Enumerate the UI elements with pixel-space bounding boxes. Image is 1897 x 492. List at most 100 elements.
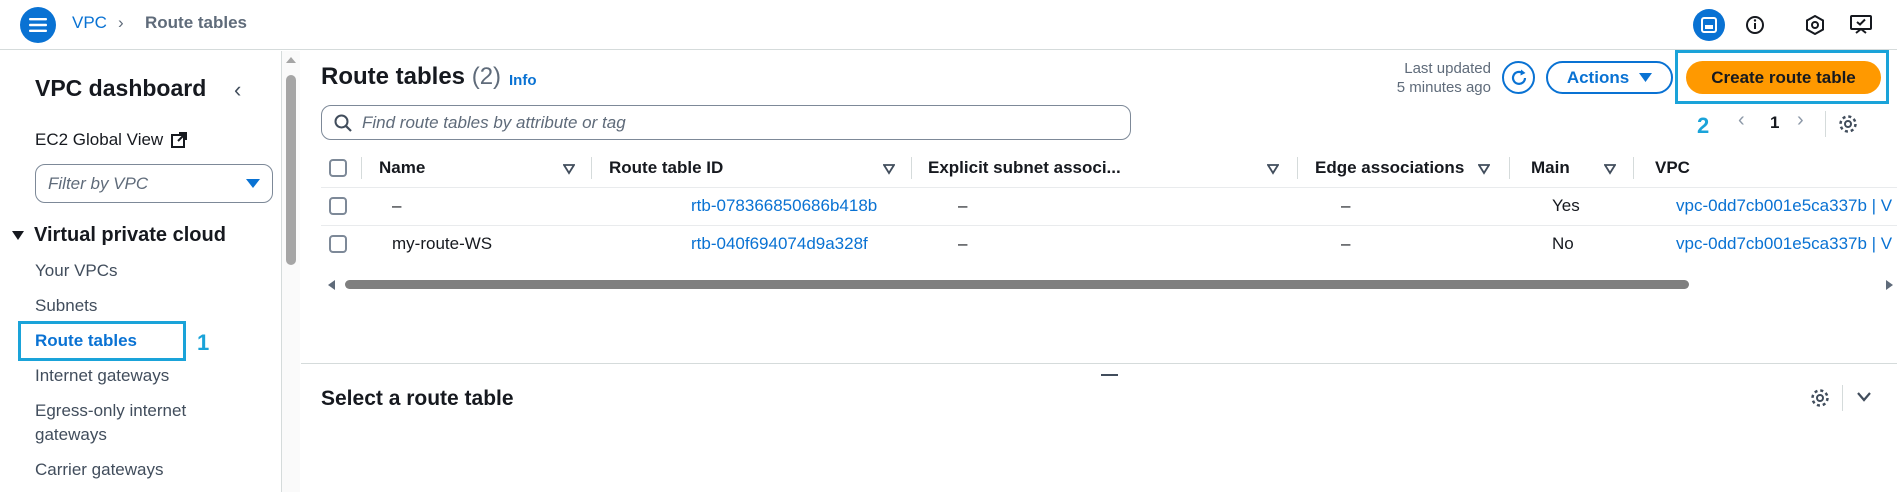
global-view-label: EC2 Global View bbox=[35, 130, 164, 149]
column-header-vpc[interactable]: VPC bbox=[1655, 149, 1690, 187]
sidebar-item-global-view[interactable]: EC2 Global View bbox=[35, 130, 188, 150]
divider bbox=[1842, 385, 1843, 411]
cell-route-table-id-link[interactable]: rtb-078366850686b418b bbox=[691, 196, 877, 216]
sort-icon[interactable] bbox=[1267, 163, 1279, 175]
cell-vpc-link[interactable]: vpc-0dd7cb001e5ca337b | V bbox=[1676, 234, 1892, 254]
breadcrumb-current: Route tables bbox=[145, 13, 248, 32]
column-separator bbox=[1509, 157, 1510, 179]
annotation-marker-1: 1 bbox=[197, 330, 210, 355]
route-table-count: (2) bbox=[471, 63, 502, 90]
column-separator bbox=[591, 157, 592, 179]
sidebar-section-vpc[interactable]: Virtual private cloud bbox=[12, 224, 226, 247]
info-circle-icon[interactable] bbox=[1740, 10, 1770, 40]
sidebar-item-egress-only-gateways[interactable]: Egress-only internet gateways bbox=[35, 399, 235, 447]
sidebar-item-internet-gateways[interactable]: Internet gateways bbox=[35, 364, 169, 388]
column-label: Explicit subnet associ... bbox=[928, 158, 1121, 177]
search-input[interactable]: Find route tables by attribute or tag bbox=[321, 105, 1131, 140]
collapse-sidebar-icon[interactable]: ‹ bbox=[234, 77, 241, 103]
sidebar: VPC dashboard ‹ EC2 Global View Filter b… bbox=[0, 51, 282, 492]
chevron-down-icon[interactable] bbox=[1856, 391, 1872, 403]
cell-main: Yes bbox=[1552, 196, 1580, 215]
header-divider bbox=[321, 187, 1897, 188]
next-page-icon[interactable]: › bbox=[1797, 109, 1804, 132]
column-header-route-table-id[interactable]: Route table ID bbox=[609, 149, 723, 187]
sort-icon[interactable] bbox=[1478, 163, 1490, 175]
column-separator bbox=[1633, 157, 1634, 179]
row-checkbox[interactable] bbox=[329, 197, 347, 215]
split-panel-divider bbox=[301, 363, 1897, 364]
table-horizontal-scrollbar[interactable] bbox=[321, 277, 1897, 293]
column-label: Edge associations bbox=[1315, 158, 1465, 177]
cell-edge-assoc: – bbox=[1341, 234, 1351, 253]
column-header-edge-associations[interactable]: Edge associations bbox=[1315, 149, 1464, 187]
panel-icon[interactable] bbox=[1693, 9, 1725, 41]
annotation-marker-2: 2 bbox=[1697, 113, 1710, 138]
cell-route-table-id-link[interactable]: rtb-040f694074d9a328f bbox=[691, 234, 868, 254]
actions-label: Actions bbox=[1566, 67, 1630, 87]
caret-down-icon bbox=[12, 230, 24, 240]
breadcrumb-separator-icon: › bbox=[118, 13, 124, 32]
column-header-main[interactable]: Main bbox=[1531, 149, 1570, 187]
last-updated: Last updated 5 minutes ago bbox=[1386, 59, 1491, 97]
sort-icon[interactable] bbox=[1604, 163, 1616, 175]
last-updated-label: Last updated bbox=[1404, 60, 1491, 77]
column-label: Route table ID bbox=[609, 158, 724, 177]
pager-divider bbox=[1825, 111, 1826, 137]
column-label: Main bbox=[1531, 158, 1570, 177]
gear-icon[interactable] bbox=[1838, 114, 1858, 134]
refresh-button[interactable] bbox=[1502, 61, 1535, 94]
highlight-box-route-tables bbox=[18, 321, 186, 361]
top-navigation-bar: VPC › Route tables bbox=[0, 0, 1897, 50]
column-separator bbox=[1297, 157, 1298, 179]
search-placeholder: Find route tables by attribute or tag bbox=[362, 112, 626, 132]
split-panel-title: Select a route table bbox=[321, 387, 514, 410]
column-label: Name bbox=[379, 158, 426, 177]
vpc-filter-placeholder: Filter by VPC bbox=[48, 173, 149, 193]
cell-subnet-assoc: – bbox=[958, 234, 968, 253]
previous-page-icon[interactable]: ‹ bbox=[1738, 109, 1745, 132]
page-title-text: Route tables bbox=[321, 63, 466, 90]
external-link-icon bbox=[171, 132, 188, 148]
sidebar-item-carrier-gateways[interactable]: Carrier gateways bbox=[35, 458, 164, 482]
select-all-checkbox[interactable] bbox=[329, 159, 347, 177]
vpc-filter-select[interactable]: Filter by VPC bbox=[35, 164, 273, 203]
section-label: Virtual private cloud bbox=[34, 224, 226, 246]
column-header-explicit-subnet[interactable]: Explicit subnet associ... bbox=[928, 149, 1121, 187]
current-page[interactable]: 1 bbox=[1770, 113, 1779, 133]
drag-handle-icon[interactable] bbox=[1101, 374, 1118, 376]
caret-down-icon bbox=[1639, 72, 1653, 82]
horizontal-scroll-thumb[interactable] bbox=[345, 280, 1689, 289]
cell-main: No bbox=[1552, 234, 1574, 253]
cell-edge-assoc: – bbox=[1341, 196, 1351, 215]
row-checkbox[interactable] bbox=[329, 235, 347, 253]
search-icon bbox=[334, 114, 352, 132]
main-content: Route tables (2) Info Last updated 5 min… bbox=[301, 51, 1897, 492]
info-link[interactable]: Info bbox=[509, 72, 537, 89]
column-header-name[interactable]: Name bbox=[379, 149, 579, 187]
sidebar-scroll-thumb[interactable] bbox=[286, 75, 296, 265]
scroll-up-icon bbox=[286, 57, 296, 63]
breadcrumb-vpc[interactable]: VPC bbox=[72, 13, 107, 33]
menu-icon[interactable] bbox=[20, 7, 56, 43]
column-separator bbox=[911, 157, 912, 179]
sidebar-item-your-vpcs[interactable]: Your VPCs bbox=[35, 259, 118, 283]
column-label: VPC bbox=[1655, 158, 1690, 177]
column-separator bbox=[361, 157, 362, 179]
sort-icon[interactable] bbox=[883, 163, 895, 175]
feedback-icon[interactable] bbox=[1846, 10, 1876, 40]
sidebar-title: VPC dashboard bbox=[35, 75, 207, 101]
scroll-right-icon[interactable] bbox=[1883, 278, 1895, 292]
sidebar-item-subnets[interactable]: Subnets bbox=[35, 294, 97, 318]
sort-icon[interactable] bbox=[563, 163, 575, 175]
gear-icon[interactable] bbox=[1810, 388, 1830, 408]
cell-vpc-link[interactable]: vpc-0dd7cb001e5ca337b | V bbox=[1676, 196, 1892, 216]
sidebar-scrollbar[interactable] bbox=[282, 51, 300, 492]
page-title: Route tables (2) bbox=[321, 63, 501, 91]
cell-name: my-route-WS bbox=[392, 234, 493, 253]
actions-button[interactable]: Actions bbox=[1546, 61, 1673, 94]
highlight-box-create-button bbox=[1675, 50, 1889, 104]
scroll-left-icon[interactable] bbox=[326, 278, 338, 292]
row-divider bbox=[321, 225, 1897, 226]
settings-hex-icon[interactable] bbox=[1800, 10, 1830, 40]
cell-subnet-assoc: – bbox=[958, 196, 968, 215]
